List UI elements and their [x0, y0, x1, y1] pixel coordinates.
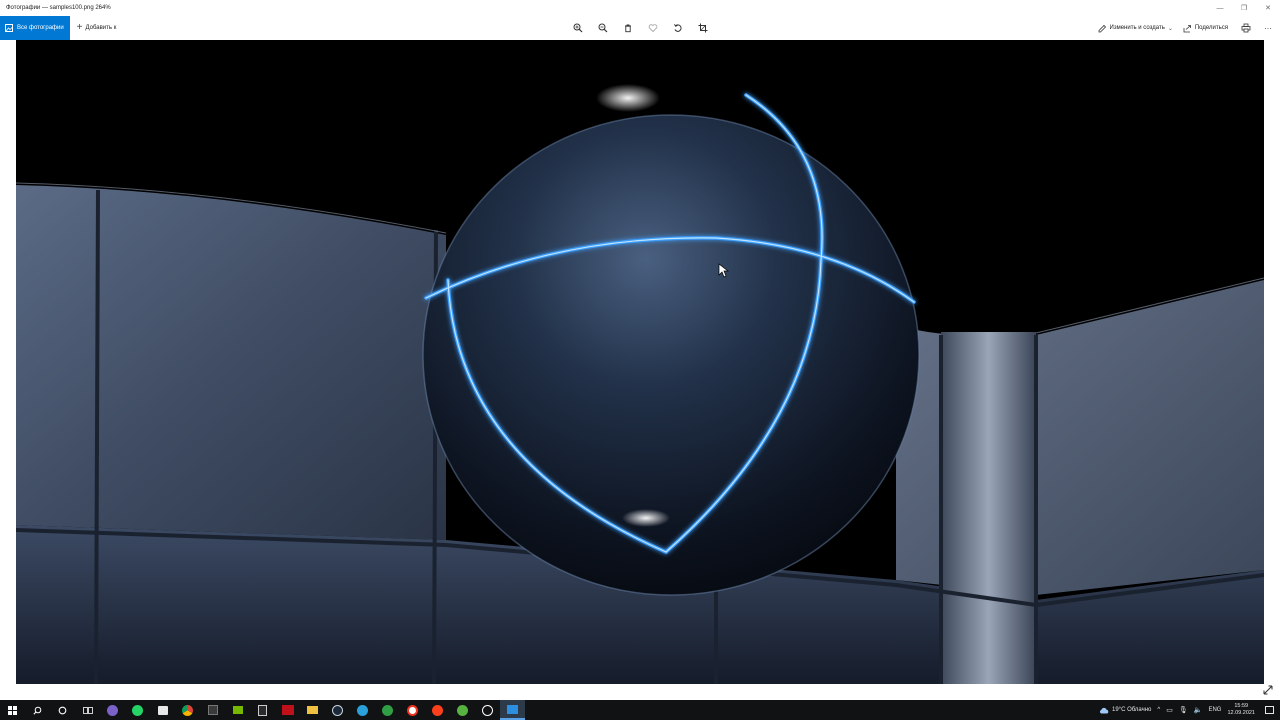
epic-games-icon[interactable]: [250, 700, 275, 720]
title-bar: Фотографии — samples100.png 264% — ❐ ✕: [0, 0, 1280, 16]
windows-taskbar: 19°C Облачно ^ ▭ 🎙 🔈 ENG 15:59 12.09.202…: [0, 700, 1280, 720]
windows-logo-icon: [8, 705, 17, 715]
red-app-icon[interactable]: [275, 700, 300, 720]
clock-date: 12.09.2021: [1227, 710, 1255, 716]
xbox-icon[interactable]: [375, 700, 400, 720]
taskbar-apps: [0, 700, 525, 720]
image-tools: [570, 16, 711, 40]
chevron-down-icon: ⌄: [1167, 25, 1173, 32]
photos-app-icon[interactable]: [500, 700, 525, 720]
whatsapp-icon[interactable]: [125, 700, 150, 720]
start-button[interactable]: [0, 700, 25, 720]
search-icon[interactable]: [25, 700, 50, 720]
dark-app-icon[interactable]: [200, 700, 225, 720]
edit-create-label: Изменить и создать: [1109, 25, 1165, 31]
restore-button[interactable]: ❐: [1232, 0, 1256, 16]
right-toolbar: Изменить и создать ⌄ Поделиться ···: [1098, 16, 1272, 40]
close-button[interactable]: ✕: [1256, 0, 1280, 16]
yandex-browser-icon[interactable]: [400, 700, 425, 720]
heart-icon[interactable]: [645, 20, 661, 36]
microphone-icon[interactable]: 🎙: [1179, 706, 1188, 714]
clock[interactable]: 15:59 12.09.2021: [1227, 703, 1255, 717]
zoom-out-icon[interactable]: [595, 20, 611, 36]
add-to-button[interactable]: + Добавить к: [77, 23, 117, 33]
print-icon[interactable]: [1238, 20, 1254, 36]
share-icon: [1183, 24, 1191, 32]
viber-icon[interactable]: [100, 700, 125, 720]
edit-create-button[interactable]: Изменить и создать ⌄: [1098, 24, 1173, 33]
language-indicator[interactable]: ENG: [1208, 707, 1221, 713]
all-photos-button[interactable]: Все фотографии: [0, 16, 70, 40]
image-viewer: [0, 40, 1280, 700]
utorrent-icon[interactable]: [450, 700, 475, 720]
rendered-sphere-photo: [16, 40, 1264, 684]
chevron-up-icon[interactable]: ^: [1157, 707, 1160, 713]
weather-widget[interactable]: 19°C Облачно: [1099, 707, 1151, 714]
more-options-button[interactable]: ···: [1264, 24, 1272, 33]
crop-icon[interactable]: [695, 20, 711, 36]
system-tray: 19°C Облачно ^ ▭ 🎙 🔈 ENG 15:59 12.09.202…: [1099, 700, 1280, 720]
minimize-button[interactable]: —: [1208, 0, 1232, 16]
cortana-icon[interactable]: [50, 700, 75, 720]
nvidia-icon[interactable]: [225, 700, 250, 720]
window-controls: — ❐ ✕: [1208, 0, 1280, 16]
volume-icon[interactable]: 🔈: [1194, 706, 1203, 714]
telegram-icon[interactable]: [350, 700, 375, 720]
notifications-icon[interactable]: [1265, 706, 1274, 714]
clock-time: 15:59: [1234, 703, 1249, 709]
fullscreen-icon[interactable]: [1262, 684, 1274, 696]
add-to-label: Добавить к: [85, 25, 117, 31]
weather-text: 19°C Облачно: [1112, 707, 1152, 713]
store-icon[interactable]: [150, 700, 175, 720]
edit-icon: [1098, 24, 1106, 32]
unreal-engine-icon[interactable]: [475, 700, 500, 720]
trash-icon[interactable]: [620, 20, 636, 36]
zoom-in-icon[interactable]: [570, 20, 586, 36]
rotate-icon[interactable]: [670, 20, 686, 36]
app-toolbar: Все фотографии + Добавить к Изменить и с…: [0, 16, 1280, 40]
photos-icon: [5, 24, 13, 32]
share-button[interactable]: Поделиться: [1183, 24, 1228, 33]
window-title: Фотографии — samples100.png 264%: [6, 5, 111, 11]
steam-icon[interactable]: [325, 700, 350, 720]
network-icon[interactable]: ▭: [1166, 706, 1173, 714]
task-view-icon[interactable]: [75, 700, 100, 720]
yandex-icon[interactable]: [425, 700, 450, 720]
file-explorer-icon[interactable]: [300, 700, 325, 720]
plus-icon: +: [76, 22, 83, 33]
all-photos-label: Все фотографии: [17, 25, 64, 31]
cloud-icon: [1099, 707, 1109, 713]
photo-canvas[interactable]: [16, 40, 1264, 684]
share-label: Поделиться: [1194, 25, 1228, 31]
chrome-icon[interactable]: [175, 700, 200, 720]
